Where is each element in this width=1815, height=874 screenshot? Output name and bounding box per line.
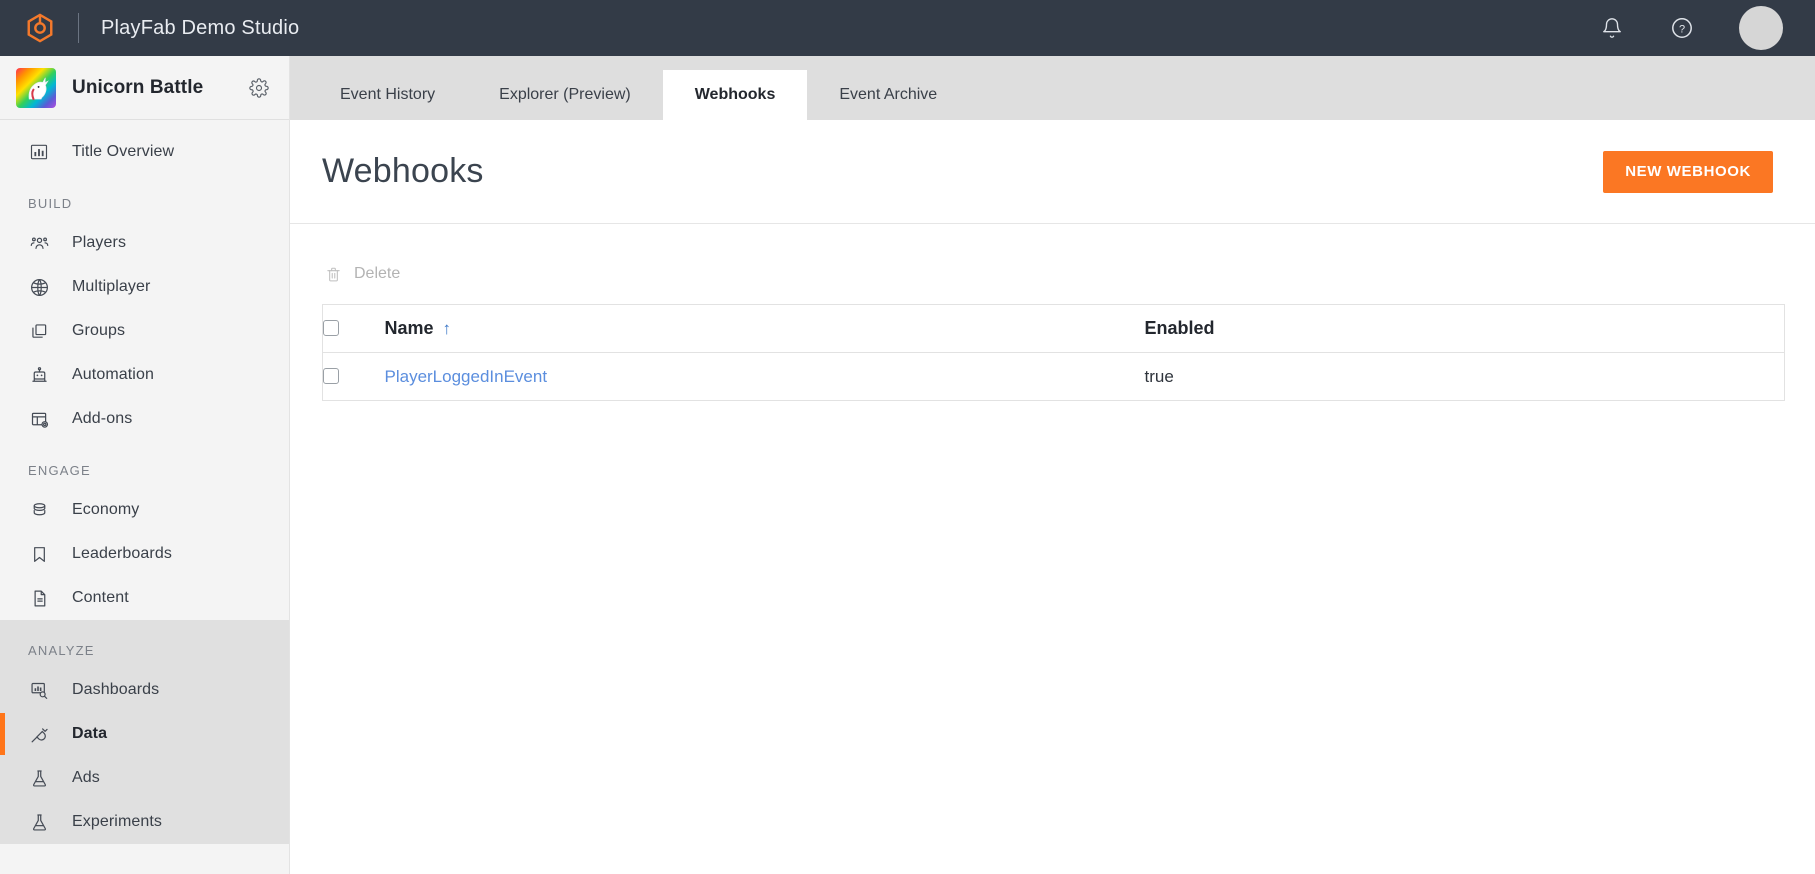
sidebar-item-label: Dashboards [72, 681, 159, 699]
title-card[interactable]: Unicorn Battle [0, 56, 289, 120]
sidebar-item-players[interactable]: Players [0, 221, 289, 265]
column-header-name-label: Name [385, 318, 434, 339]
globe-icon [28, 276, 50, 298]
webhook-name-link[interactable]: PlayerLoggedInEvent [385, 367, 548, 386]
unicorn-title-thumbnail [16, 68, 56, 108]
bell-icon[interactable] [1599, 15, 1625, 41]
avatar[interactable] [1739, 6, 1783, 50]
robot-icon [28, 364, 50, 386]
sidebar-item-multiplayer[interactable]: Multiplayer [0, 265, 289, 309]
sidebar-item-automation[interactable]: Automation [0, 353, 289, 397]
table-header-row: Name ↑ Enabled [323, 305, 1785, 353]
page-content: Delete Name ↑ Enabled [290, 224, 1815, 401]
sidebar-item-label: Data [72, 725, 107, 743]
bookmark-icon [28, 543, 50, 565]
sidebar-item-title-overview[interactable]: Title Overview [0, 130, 289, 174]
tab-bar: Event History Explorer (Preview) Webhook… [290, 56, 1815, 120]
page-title: Webhooks [322, 152, 484, 191]
sidebar-item-label: Content [72, 589, 129, 607]
bar-chart-icon [28, 141, 50, 163]
sidebar-group-build: BUILD Players [0, 174, 289, 441]
delete-button[interactable]: Delete [324, 264, 400, 284]
sidebar-item-label: Title Overview [72, 143, 174, 161]
top-bar: PlayFab Demo Studio ? [0, 0, 1815, 56]
table-body: PlayerLoggedInEvent true [323, 353, 1785, 401]
sidebar-section-analyze: ANALYZE [0, 621, 289, 668]
table-row[interactable]: PlayerLoggedInEvent true [323, 353, 1785, 401]
webhook-enabled-value: true [1145, 367, 1174, 386]
sidebar-item-label: Experiments [72, 813, 162, 831]
column-header-enabled[interactable]: Enabled [1145, 305, 1785, 353]
sidebar-item-label: Ads [72, 769, 100, 787]
sidebar-item-label: Groups [72, 322, 125, 340]
webhooks-table: Name ↑ Enabled PlayerLoggedInEvent [322, 304, 1785, 401]
help-circle-icon[interactable]: ? [1669, 15, 1695, 41]
sidebar-group-overview: Title Overview [0, 120, 289, 174]
document-icon [28, 587, 50, 609]
layers-icon [28, 320, 50, 342]
brand-divider [78, 13, 79, 43]
table-header: Name ↑ Enabled [323, 305, 1785, 353]
sidebar-item-groups[interactable]: Groups [0, 309, 289, 353]
studio-name: PlayFab Demo Studio [101, 17, 299, 40]
table-gear-icon [28, 408, 50, 430]
sidebar-item-add-ons[interactable]: Add-ons [0, 397, 289, 441]
sidebar-item-ads[interactable]: Ads [0, 756, 289, 800]
column-header-name[interactable]: Name ↑ [385, 305, 1145, 353]
tab-event-history[interactable]: Event History [308, 70, 467, 120]
sidebar-item-data[interactable]: Data [0, 712, 289, 756]
arrow-up-icon: ↑ [443, 320, 452, 337]
coins-stack-icon [28, 499, 50, 521]
sidebar-section-build: BUILD [0, 174, 289, 221]
row-name-cell: PlayerLoggedInEvent [385, 353, 1145, 401]
row-checkbox[interactable] [323, 368, 339, 384]
sidebar-item-economy[interactable]: Economy [0, 488, 289, 532]
sidebar: Unicorn Battle Title Overview BUILD [0, 56, 290, 874]
top-bar-actions: ? [1599, 6, 1783, 50]
column-header-enabled-label: Enabled [1145, 318, 1215, 338]
page-header: Webhooks NEW WEBHOOK [290, 120, 1815, 224]
flask-icon [28, 811, 50, 833]
svg-text:?: ? [1679, 23, 1685, 35]
row-select-cell [323, 353, 385, 401]
playfab-hex-logo-icon[interactable] [24, 12, 56, 44]
tab-event-archive[interactable]: Event Archive [807, 70, 969, 120]
sidebar-item-label: Economy [72, 501, 139, 519]
gear-icon[interactable] [249, 78, 269, 98]
new-webhook-button[interactable]: NEW WEBHOOK [1603, 151, 1773, 193]
sidebar-item-content[interactable]: Content [0, 576, 289, 620]
sidebar-section-engage: ENGAGE [0, 441, 289, 488]
plug-icon [28, 723, 50, 745]
sidebar-item-leaderboards[interactable]: Leaderboards [0, 532, 289, 576]
grid-toolbar: Delete [322, 252, 1783, 296]
select-all-checkbox[interactable] [323, 320, 339, 336]
row-enabled-cell: true [1145, 353, 1785, 401]
trash-icon [324, 264, 342, 284]
select-all-cell [323, 305, 385, 353]
sidebar-item-label: Multiplayer [72, 278, 150, 296]
sidebar-item-label: Automation [72, 366, 154, 384]
flask-icon [28, 767, 50, 789]
sidebar-item-dashboards[interactable]: Dashboards [0, 668, 289, 712]
tab-explorer-preview[interactable]: Explorer (Preview) [467, 70, 663, 120]
sidebar-group-analyze: ANALYZE Dashboards [0, 620, 289, 844]
sidebar-item-label: Leaderboards [72, 545, 172, 563]
tab-webhooks[interactable]: Webhooks [663, 70, 808, 120]
sidebar-group-engage: ENGAGE Economy Leaderboards [0, 441, 289, 620]
dashboard-search-icon [28, 679, 50, 701]
main-content: Event History Explorer (Preview) Webhook… [290, 56, 1815, 874]
people-icon [28, 232, 50, 254]
sidebar-item-label: Add-ons [72, 410, 132, 428]
title-name: Unicorn Battle [72, 77, 203, 99]
delete-label: Delete [354, 265, 400, 283]
sidebar-item-experiments[interactable]: Experiments [0, 800, 289, 844]
sidebar-item-label: Players [72, 234, 126, 252]
